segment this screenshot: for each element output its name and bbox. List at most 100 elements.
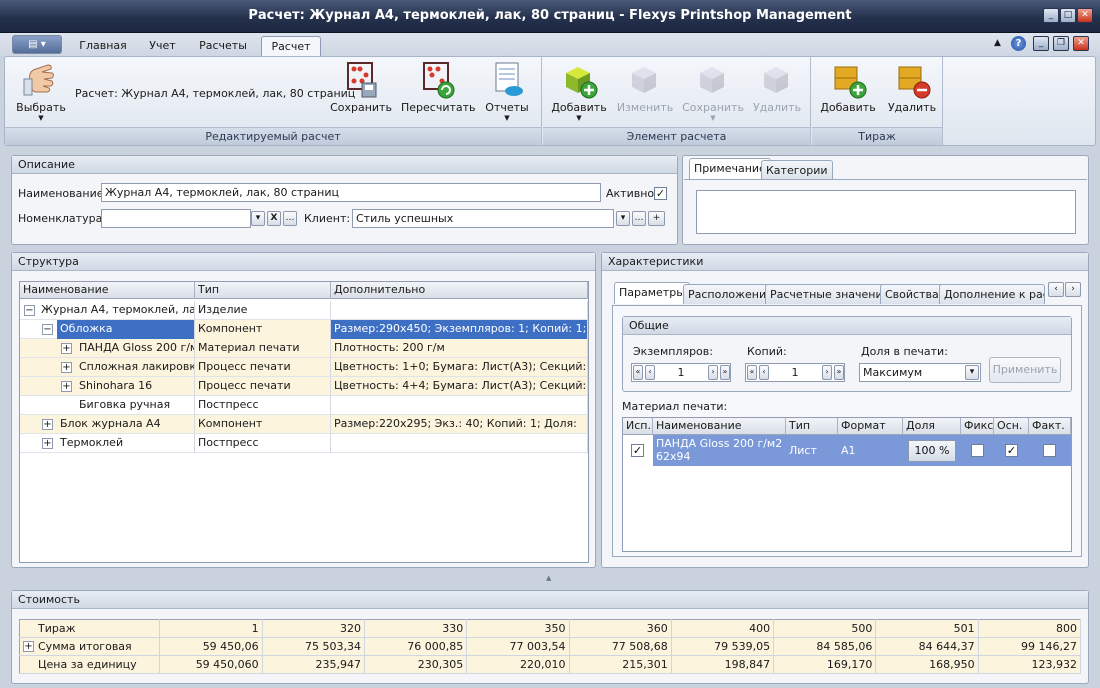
expand-icon[interactable]: +: [61, 362, 72, 373]
tabs-scroll-right-button[interactable]: ›: [1065, 282, 1081, 297]
nomenclature-input[interactable]: [101, 209, 251, 228]
next-icon[interactable]: ›: [822, 365, 832, 380]
last-icon[interactable]: »: [720, 365, 730, 380]
mat-col-name[interactable]: Наименование: [653, 418, 786, 435]
maximize-button[interactable]: □: [1060, 8, 1076, 23]
tab-calc-values[interactable]: Расчетные значения: [765, 284, 895, 304]
tab-calculations[interactable]: Расчеты: [191, 36, 255, 56]
expand-icon[interactable]: +: [61, 343, 72, 354]
column-header-extra[interactable]: Дополнительно: [331, 282, 588, 299]
mat-col-use[interactable]: Исп.: [623, 418, 653, 435]
cost-cell[interactable]: 123,932: [978, 655, 1082, 674]
cost-cell[interactable]: 99 146,27: [978, 637, 1082, 656]
apply-button[interactable]: Применить: [989, 357, 1061, 383]
client-add-button[interactable]: +: [648, 211, 665, 226]
cost-cell[interactable]: 75 503,34: [262, 637, 365, 656]
cost-cell[interactable]: 800: [978, 619, 1082, 638]
tab-calculation[interactable]: Расчет: [261, 36, 321, 56]
collapse-icon[interactable]: −: [24, 305, 35, 316]
delete-run-button[interactable]: Удалить: [884, 59, 940, 114]
cost-cell[interactable]: 79 539,05: [671, 637, 775, 656]
nomenclature-browse-button[interactable]: …: [283, 211, 297, 226]
cost-cell[interactable]: 230,305: [364, 655, 468, 674]
tab-categories[interactable]: Категории: [761, 160, 833, 180]
cost-cell[interactable]: 84 585,06: [773, 637, 877, 656]
prev-icon[interactable]: ‹: [759, 365, 769, 380]
column-header-name[interactable]: Наименование: [20, 282, 195, 299]
cost-cell[interactable]: 169,170: [773, 655, 877, 674]
cost-cell[interactable]: 400: [671, 619, 775, 638]
share-select[interactable]: Максимум: [859, 363, 981, 382]
cost-cell[interactable]: 330: [364, 619, 468, 638]
mat-col-fixed[interactable]: Фикс.: [961, 418, 997, 435]
name-input[interactable]: Журнал А4, термоклей, лак, 80 страниц: [101, 183, 601, 202]
cost-cell[interactable]: 215,301: [569, 655, 672, 674]
first-icon[interactable]: «: [633, 365, 643, 380]
close-button[interactable]: ✕: [1077, 8, 1093, 23]
mat-col-type[interactable]: Тип: [786, 418, 838, 435]
cost-cell[interactable]: 76 000,85: [364, 637, 468, 656]
client-input[interactable]: Стиль успешных: [352, 209, 614, 228]
tree-row[interactable]: + Спложная лакировка Процесс печати Цвет…: [20, 358, 588, 377]
expand-icon[interactable]: +: [42, 419, 53, 430]
material-share[interactable]: 100 %: [908, 440, 956, 462]
mat-col-main[interactable]: Осн.: [994, 418, 1029, 435]
tabs-scroll-left-button[interactable]: ‹: [1048, 282, 1064, 297]
tree-row[interactable]: + Блок журнала А4 Компонент Размер:220х2…: [20, 415, 588, 434]
chevron-down-icon[interactable]: ▾: [965, 365, 979, 380]
expand-icon[interactable]: +: [61, 381, 72, 392]
fixed-checkbox[interactable]: [971, 444, 984, 457]
tab-layout[interactable]: Расположение: [683, 284, 778, 304]
delete-element-button[interactable]: Удалить: [749, 59, 805, 114]
tab-accounting[interactable]: Учет: [140, 36, 185, 56]
cost-cell[interactable]: 84 644,37: [875, 637, 979, 656]
cost-cell[interactable]: 360: [569, 619, 672, 638]
mdi-restore-button[interactable]: ❐: [1053, 36, 1069, 51]
collapse-icon[interactable]: −: [42, 324, 53, 335]
mat-col-actual[interactable]: Факт.: [1029, 418, 1071, 435]
help-icon[interactable]: ?: [1011, 36, 1026, 51]
cost-cell[interactable]: 1: [159, 619, 263, 638]
splitter-grip-icon[interactable]: ▲: [546, 574, 551, 582]
mdi-close-button[interactable]: ✕: [1073, 36, 1089, 51]
edit-element-button[interactable]: Изменить: [615, 59, 675, 114]
app-menu-button[interactable]: ▤ ▾: [12, 35, 62, 54]
tab-addition[interactable]: Дополнение к расче: [939, 284, 1045, 304]
save-element-button[interactable]: Сохранить ▼: [681, 59, 745, 122]
tree-row[interactable]: Биговка ручная Постпресс: [20, 396, 588, 415]
client-browse-button[interactable]: …: [632, 211, 646, 226]
minimize-button[interactable]: _: [1043, 8, 1059, 23]
ribbon-collapse-icon[interactable]: ▲: [994, 38, 1001, 48]
select-button[interactable]: Выбрать ▼: [13, 59, 69, 122]
prev-icon[interactable]: ‹: [645, 365, 655, 380]
mat-col-format[interactable]: Формат: [838, 418, 903, 435]
tree-row[interactable]: + ПАНДА Gloss 200 г/м2 Материал печати П…: [20, 339, 588, 358]
cost-cell[interactable]: 168,950: [875, 655, 979, 674]
note-textarea[interactable]: [696, 190, 1076, 234]
add-run-button[interactable]: Добавить: [818, 59, 878, 114]
active-checkbox[interactable]: ✓: [654, 187, 667, 200]
first-icon[interactable]: «: [747, 365, 757, 380]
cost-cell[interactable]: 320: [262, 619, 365, 638]
cost-cell[interactable]: 59 450,060: [159, 655, 263, 674]
cost-cell[interactable]: 77 508,68: [569, 637, 672, 656]
cost-cell[interactable]: 59 450,06: [159, 637, 263, 656]
last-icon[interactable]: »: [834, 365, 844, 380]
next-icon[interactable]: ›: [708, 365, 718, 380]
recalculate-button[interactable]: Пересчитать: [401, 59, 476, 114]
client-dropdown-button[interactable]: ▾: [616, 211, 630, 226]
cost-cell[interactable]: 350: [466, 619, 570, 638]
tab-properties[interactable]: Свойства: [880, 284, 944, 304]
cost-cell[interactable]: 220,010: [466, 655, 570, 674]
tree-row[interactable]: + Термоклей Постпресс: [20, 434, 588, 453]
mdi-minimize-button[interactable]: _: [1033, 36, 1049, 51]
material-row[interactable]: ✓ ПАНДА Gloss 200 г/м2 62x94 Лист А1 100…: [623, 435, 1071, 466]
use-checkbox[interactable]: ✓: [631, 444, 644, 457]
tab-home[interactable]: Главная: [72, 36, 134, 56]
column-header-type[interactable]: Тип: [195, 282, 331, 299]
expand-icon[interactable]: +: [42, 438, 53, 449]
add-element-button[interactable]: Добавить ▼: [549, 59, 609, 122]
nomenclature-dropdown-button[interactable]: ▾: [251, 211, 265, 226]
mat-col-share[interactable]: Доля: [903, 418, 961, 435]
kopii-stepper[interactable]: « ‹ 1 › »: [745, 363, 845, 382]
